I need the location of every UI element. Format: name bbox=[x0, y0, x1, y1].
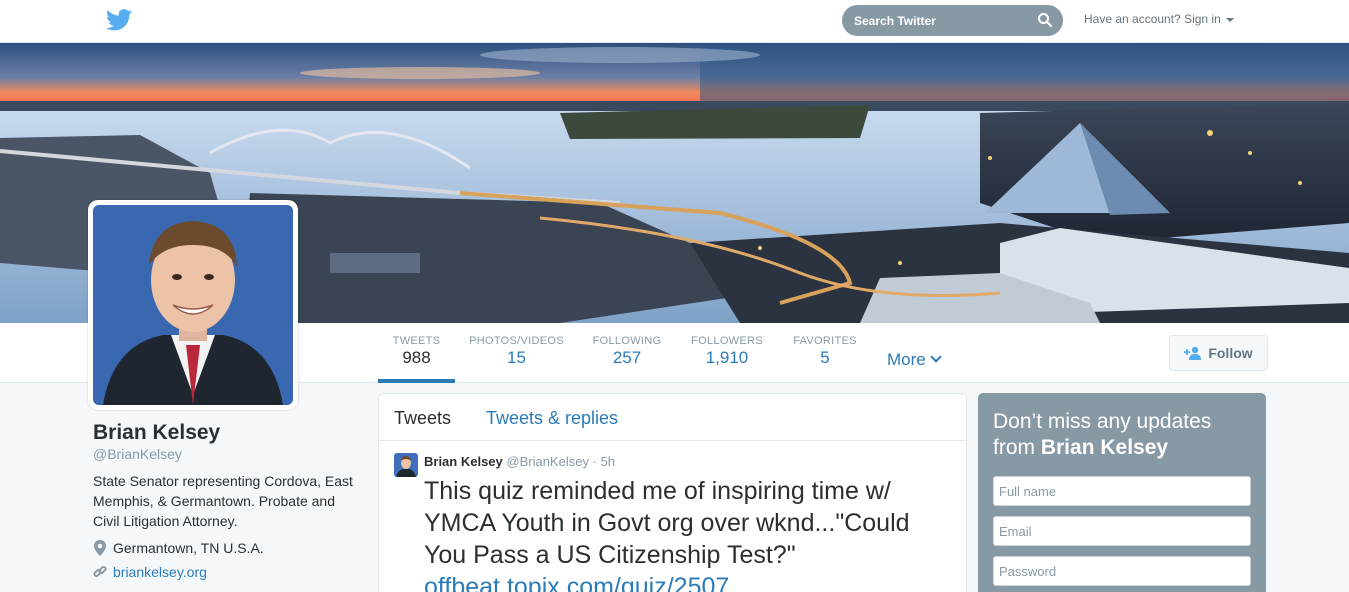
tweet-link[interactable]: offbeat.topix.com/quiz/2507 bbox=[424, 573, 729, 592]
tweet-author-handle[interactable]: @BrianKelsey bbox=[506, 454, 589, 469]
stat-followers[interactable]: FOLLOWERS 1,910 bbox=[688, 335, 766, 368]
link-icon bbox=[93, 565, 107, 578]
stat-photos-videos[interactable]: PHOTOS/VIDEOS 15 bbox=[468, 335, 565, 368]
email-field[interactable] bbox=[993, 516, 1251, 546]
stat-label: FOLLOWING bbox=[592, 335, 662, 347]
tweet-avatar[interactable] bbox=[394, 453, 418, 477]
signup-module: Don’t miss any updates from Brian Kelsey bbox=[978, 393, 1266, 592]
tweet-timestamp[interactable]: 5h bbox=[601, 454, 615, 469]
avatar-photo bbox=[93, 205, 293, 405]
stat-value: 15 bbox=[507, 348, 526, 367]
stat-value: 988 bbox=[402, 348, 431, 367]
signin-label: Have an account? Sign in bbox=[1084, 12, 1221, 26]
stat-label: PHOTOS/VIDEOS bbox=[469, 335, 564, 347]
stat-tweets[interactable]: TWEETS 988 bbox=[378, 335, 455, 368]
website-link[interactable]: briankelsey.org bbox=[113, 564, 207, 580]
signin-dropdown[interactable]: Have an account? Sign in bbox=[1084, 12, 1234, 26]
caret-down-icon bbox=[1225, 17, 1234, 22]
stat-value: 5 bbox=[820, 348, 830, 367]
stat-value: 1,910 bbox=[705, 348, 749, 367]
more-label: More bbox=[887, 350, 926, 369]
timeline: Tweets Tweets & replies Brian Kelsey @Br… bbox=[378, 393, 967, 592]
profile-bio: State Senator representing Cordova, East… bbox=[93, 473, 353, 529]
tweet-separator: · bbox=[592, 454, 597, 469]
profile-handle: @BrianKelsey bbox=[93, 446, 182, 462]
stat-label: FOLLOWERS bbox=[691, 335, 763, 347]
fullname-field[interactable] bbox=[993, 476, 1251, 506]
tweet[interactable]: Brian Kelsey @BrianKelsey · 5h This quiz… bbox=[379, 441, 966, 592]
tweet-header: Brian Kelsey @BrianKelsey · 5h bbox=[424, 454, 615, 469]
tab-tweets[interactable]: Tweets bbox=[394, 408, 451, 429]
timeline-tabs: Tweets Tweets & replies bbox=[379, 394, 966, 441]
follow-button[interactable]: Follow bbox=[1169, 335, 1268, 371]
search-input[interactable] bbox=[842, 5, 1032, 36]
follow-label: Follow bbox=[1208, 345, 1253, 361]
location-text: Germantown, TN U.S.A. bbox=[113, 540, 264, 556]
signup-title: Don’t miss any updates from Brian Kelsey bbox=[993, 409, 1253, 461]
profile-avatar[interactable] bbox=[88, 200, 298, 410]
chevron-down-icon bbox=[930, 351, 942, 363]
stat-favorites[interactable]: FAVORITES 5 bbox=[790, 335, 860, 368]
profile-website: briankelsey.org bbox=[93, 564, 207, 580]
location-pin-icon bbox=[94, 540, 106, 556]
stat-value: 257 bbox=[612, 348, 642, 367]
profile-location: Germantown, TN U.S.A. bbox=[93, 540, 264, 556]
search-box bbox=[842, 5, 1063, 36]
profile-name[interactable]: Brian Kelsey bbox=[93, 421, 220, 445]
stat-following[interactable]: FOLLOWING 257 bbox=[589, 335, 665, 368]
signup-title-name: Brian Kelsey bbox=[1040, 436, 1169, 459]
tweet-author-name[interactable]: Brian Kelsey bbox=[424, 454, 503, 469]
active-tab-indicator bbox=[378, 379, 455, 383]
stat-label: FAVORITES bbox=[793, 335, 857, 347]
top-navigation-bar: Have an account? Sign in bbox=[0, 0, 1349, 43]
twitter-bird-icon[interactable] bbox=[106, 9, 132, 31]
password-field[interactable] bbox=[993, 556, 1251, 586]
stat-label: TWEETS bbox=[392, 335, 441, 347]
tab-tweets-replies[interactable]: Tweets & replies bbox=[486, 408, 618, 429]
more-dropdown[interactable]: More bbox=[887, 350, 942, 370]
search-icon[interactable] bbox=[1037, 12, 1053, 28]
add-user-icon bbox=[1184, 346, 1202, 360]
avatar-thumbnail bbox=[394, 453, 418, 477]
tweet-body: This quiz reminded me of inspiring time … bbox=[424, 477, 910, 569]
tweet-text: This quiz reminded me of inspiring time … bbox=[424, 475, 954, 592]
